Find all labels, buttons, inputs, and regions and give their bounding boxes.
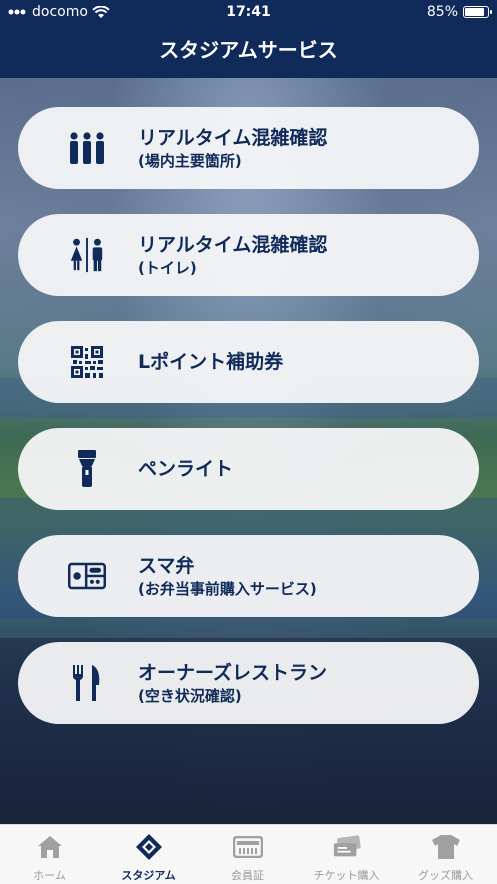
menu-title: Lポイント補助券 [138, 351, 284, 373]
menu-title: ペンライト [138, 458, 234, 480]
content-area: リアルタイム混雑確認 (場内主要箇所) リアルタイム混雑確認 (トイレ) Lポイ… [0, 78, 497, 824]
tab-goods[interactable]: グッズ購入 [396, 825, 495, 884]
menu-text: オーナーズレストラン (空き状況確認) [138, 660, 327, 706]
menu-subtitle: (空き状況確認) [138, 687, 242, 705]
tab-stadium[interactable]: スタジアム [99, 825, 198, 884]
menu-button-congestion-main[interactable]: リアルタイム混雑確認 (場内主要箇所) [18, 107, 479, 189]
tshirt-icon [431, 834, 461, 860]
menu-subtitle: (場内主要箇所) [138, 152, 242, 170]
tab-bar: ホーム スタジアム 会員証 チケット購入 グッズ購入 [0, 824, 497, 884]
battery-percent: 85% [426, 4, 458, 20]
menu-button-penlight[interactable]: ペンライト [18, 428, 479, 510]
menu-text: Lポイント補助券 [138, 349, 283, 375]
tab-label: ホーム [33, 869, 66, 882]
menu-subtitle: (トイレ) [138, 259, 197, 277]
status-right: 85% [426, 4, 492, 20]
home-icon [35, 834, 65, 860]
tab-label: スタジアム [121, 869, 176, 882]
stadium-icon [134, 834, 164, 860]
menu-button-owners-restaurant[interactable]: オーナーズレストラン (空き状況確認) [18, 642, 479, 724]
page-title: スタジアムサービス [0, 26, 497, 78]
people-icon [68, 129, 106, 167]
menu-text: リアルタイム混雑確認 (トイレ) [138, 232, 327, 278]
tab-label: グッズ購入 [418, 869, 473, 882]
battery-icon [463, 6, 492, 18]
tab-label: チケット購入 [313, 869, 380, 882]
bento-icon [68, 557, 106, 595]
penlight-icon [68, 450, 106, 488]
menu-button-lpoint[interactable]: Lポイント補助券 [18, 321, 479, 403]
tab-label: 会員証 [231, 869, 264, 882]
tab-member-card[interactable]: 会員証 [198, 825, 297, 884]
tab-home[interactable]: ホーム [0, 825, 99, 884]
status-time: 17:41 [226, 4, 271, 20]
menu-text: ペンライト [138, 456, 233, 482]
status-bar: docomo 17:41 85% [0, 0, 497, 26]
tab-ticket[interactable]: チケット購入 [297, 825, 396, 884]
menu-title: リアルタイム混雑確認 [138, 234, 328, 256]
menu-title: スマ弁 [138, 555, 195, 577]
menu-title: リアルタイム混雑確認 [138, 127, 328, 149]
fork-knife-icon [68, 664, 106, 702]
ticket-icon [332, 834, 362, 860]
member-card-icon [232, 834, 263, 860]
menu-subtitle: (お弁当事前購入サービス) [138, 580, 317, 598]
menu-title: オーナーズレストラン [138, 662, 328, 684]
menu-text: リアルタイム混雑確認 (場内主要箇所) [138, 125, 327, 171]
menu-button-smaben[interactable]: スマ弁 (お弁当事前購入サービス) [18, 535, 479, 617]
menu-text: スマ弁 (お弁当事前購入サービス) [138, 553, 317, 599]
menu-button-congestion-toilet[interactable]: リアルタイム混雑確認 (トイレ) [18, 214, 479, 296]
qr-code-icon [68, 343, 106, 381]
restroom-icon [68, 236, 106, 274]
